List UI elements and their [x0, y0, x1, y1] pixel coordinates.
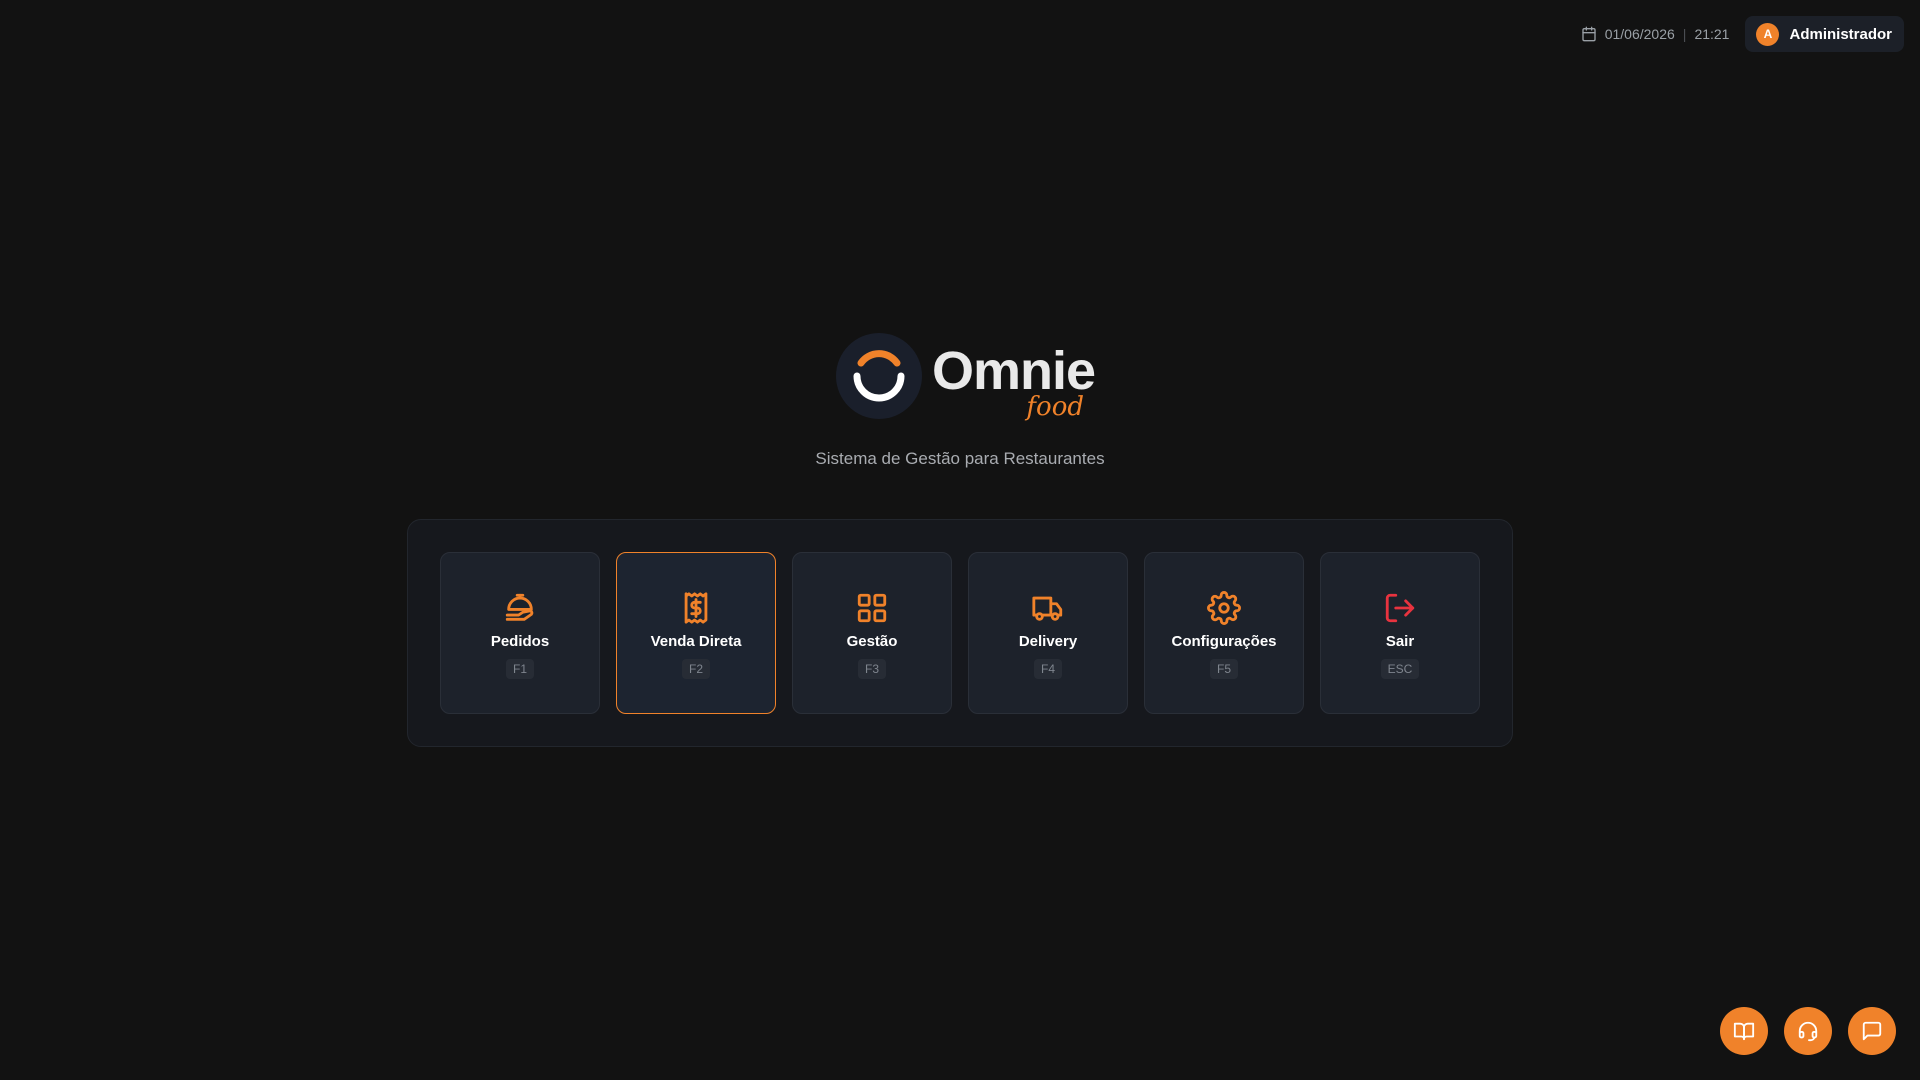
- menu-card-pedidos[interactable]: Pedidos F1: [440, 552, 600, 714]
- book-icon: [1733, 1022, 1755, 1041]
- current-time: 21:21: [1694, 26, 1730, 42]
- grid-icon: [857, 593, 887, 623]
- menu-card-sair[interactable]: Sair ESC: [1320, 552, 1480, 714]
- chat-icon: [1862, 1021, 1882, 1041]
- logout-icon: [1385, 593, 1415, 623]
- shortcut-key: F4: [1033, 659, 1062, 679]
- date-time-separator: |: [1682, 26, 1687, 42]
- brand-name: Omnie: [932, 341, 1096, 401]
- menu-card-label: Pedidos: [490, 633, 550, 650]
- menu-card-gestao[interactable]: Gestão F3: [792, 552, 952, 714]
- main-menu: Pedidos F1 Venda Direta F2 Gestão F3 Del…: [407, 519, 1513, 747]
- current-date: 01/06/2026: [1604, 26, 1675, 42]
- user-menu-button[interactable]: A Administrador: [1745, 16, 1904, 52]
- shortcut-key: F5: [1209, 659, 1238, 679]
- menu-card-label: Delivery: [1018, 633, 1078, 650]
- receipt-dollar-icon: [684, 592, 708, 624]
- menu-card-label: Gestão: [846, 633, 898, 650]
- shortcut-key: ESC: [1380, 659, 1420, 679]
- headset-icon: [1798, 1021, 1818, 1042]
- logo-ring-icon: [836, 333, 922, 419]
- shortcut-key: F1: [505, 659, 534, 679]
- menu-card-venda-direta[interactable]: Venda Direta F2: [616, 552, 776, 714]
- date-time: 01/06/2026 | 21:21: [1581, 26, 1730, 42]
- menu-card-label: Venda Direta: [650, 633, 742, 650]
- floating-actions: [1720, 1007, 1896, 1055]
- truck-icon: [1032, 596, 1063, 621]
- shortcut-key: F3: [857, 659, 886, 679]
- menu-card-configuracoes[interactable]: Configurações F5: [1144, 552, 1304, 714]
- gear-icon: [1207, 591, 1241, 625]
- menu-card-label: Sair: [1385, 633, 1415, 650]
- food-serving-icon: [505, 593, 534, 621]
- brand-logo: Omnie food: [836, 330, 1096, 430]
- brand-sub: food: [1026, 392, 1084, 422]
- support-button[interactable]: [1784, 1007, 1832, 1055]
- chat-button[interactable]: [1848, 1007, 1896, 1055]
- avatar: A: [1756, 22, 1780, 46]
- menu-card-label: Configurações: [1171, 633, 1277, 650]
- user-name: Administrador: [1789, 25, 1892, 43]
- top-bar: 01/06/2026 | 21:21 A Administrador: [1581, 16, 1904, 52]
- calendar-icon: [1582, 26, 1596, 42]
- menu-card-delivery[interactable]: Delivery F4: [968, 552, 1128, 714]
- shortcut-key: F2: [681, 659, 710, 679]
- manual-button[interactable]: [1720, 1007, 1768, 1055]
- tagline: Sistema de Gestão para Restaurantes: [815, 449, 1105, 468]
